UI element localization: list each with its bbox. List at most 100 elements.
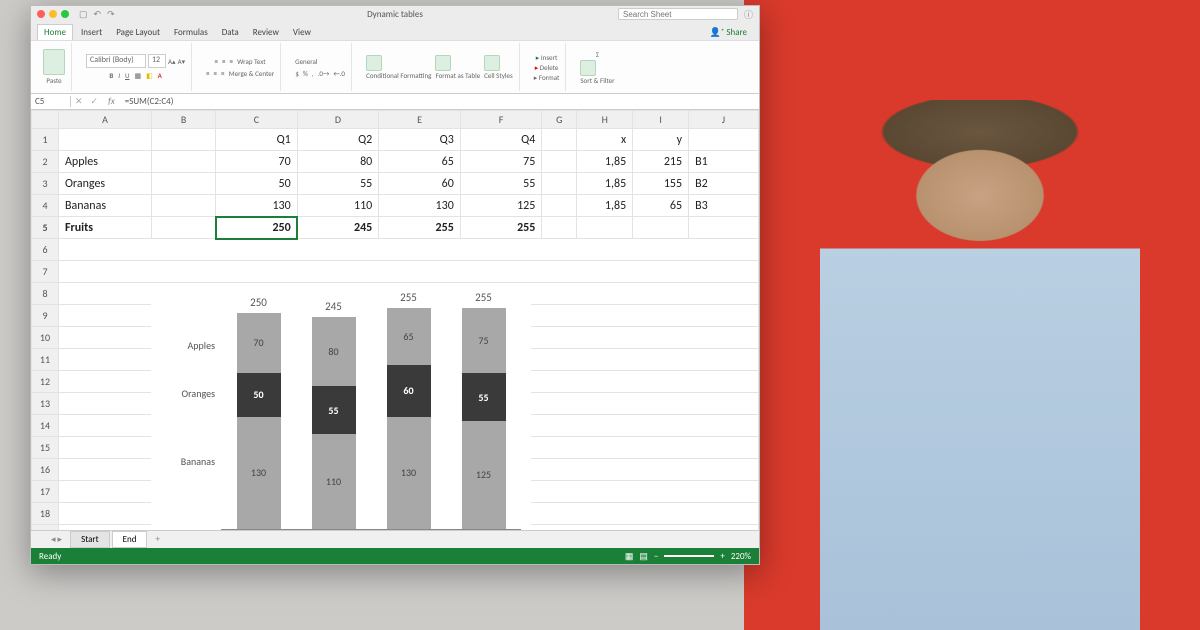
col-H[interactable]: H xyxy=(577,111,633,129)
undo-icon[interactable]: ↶ xyxy=(94,9,102,20)
decimal-dec-icon[interactable]: ←.0 xyxy=(333,69,345,78)
increase-font-icon[interactable]: A▴ xyxy=(168,57,176,66)
comma-icon[interactable]: , xyxy=(312,69,314,78)
sort-filter-icon[interactable] xyxy=(580,60,596,76)
sheet-nav-icon[interactable]: ◂ ▸ xyxy=(51,534,62,545)
selected-cell[interactable]: 250 xyxy=(216,217,298,239)
align-center-icon[interactable]: ≡ xyxy=(214,69,218,78)
align-mid-icon[interactable]: ≡ xyxy=(222,57,226,66)
col-I[interactable]: I xyxy=(633,111,689,129)
delete-cells-button[interactable]: ▸ Delete xyxy=(535,63,559,72)
maximize-icon[interactable] xyxy=(61,10,69,18)
chart-bar-Q2: 2507050130Q2 xyxy=(234,296,284,529)
status-ready: Ready xyxy=(39,551,61,562)
fx-icon[interactable]: fx xyxy=(102,96,121,107)
search-input[interactable] xyxy=(618,8,738,20)
bar-segment: 55 xyxy=(462,373,506,421)
quick-access-toolbar[interactable]: ▢ ↶ ↷ xyxy=(79,9,115,20)
format-cells-button[interactable]: ▸ Format xyxy=(534,73,560,82)
enter-icon[interactable]: ✓ xyxy=(87,96,103,107)
col-B[interactable]: B xyxy=(152,111,216,129)
merge-button[interactable]: Merge & Center xyxy=(229,69,275,78)
cancel-icon[interactable]: ✕ xyxy=(71,96,87,107)
bar-segment: 70 xyxy=(237,313,281,374)
add-sheet-button[interactable]: + xyxy=(149,532,165,547)
save-icon[interactable]: ▢ xyxy=(79,9,88,20)
currency-icon[interactable]: $ xyxy=(295,69,299,78)
close-icon[interactable] xyxy=(37,10,45,18)
column-headers[interactable]: A B C D E F G H I J xyxy=(32,111,759,129)
bar-segment: 80 xyxy=(312,317,356,386)
col-J[interactable]: J xyxy=(689,111,759,129)
chart-bar-Q3: 2556560130Q3 xyxy=(384,291,434,529)
tab-formulas[interactable]: Formulas xyxy=(168,25,214,40)
align-top-icon[interactable]: ≡ xyxy=(215,57,219,66)
row-1: 1 Q1Q2 Q3Q4 xy xyxy=(32,129,759,151)
tab-insert[interactable]: Insert xyxy=(75,25,108,40)
decrease-font-icon[interactable]: A▾ xyxy=(178,57,186,66)
tab-home[interactable]: Home xyxy=(37,24,73,40)
percent-icon[interactable]: % xyxy=(303,69,308,78)
number-format-select[interactable]: General xyxy=(295,57,345,66)
worksheet-grid[interactable]: A B C D E F G H I J 1 Q1Q2 Q3Q4 xy 2 App… xyxy=(31,110,759,530)
col-C[interactable]: C xyxy=(216,111,298,129)
font-size-select[interactable]: 12 xyxy=(148,54,166,68)
zoom-in-icon[interactable]: + xyxy=(720,551,724,562)
bar-total-label: 250 xyxy=(250,296,267,309)
font-group: Calibri (Body) 12 A▴ A▾ B I U ▦ ◧ A xyxy=(80,43,192,91)
align-bot-icon[interactable]: ≡ xyxy=(230,57,234,66)
col-A[interactable]: A xyxy=(58,111,151,129)
window-controls[interactable] xyxy=(37,10,69,18)
zoom-slider[interactable] xyxy=(664,555,714,557)
paste-icon[interactable] xyxy=(43,49,65,75)
col-G[interactable]: G xyxy=(542,111,577,129)
ribbon-tabs: Home Insert Page Layout Formulas Data Re… xyxy=(31,22,759,40)
embedded-chart[interactable]: Apples Oranges Bananas 2507050130Q224580… xyxy=(151,295,531,530)
zoom-controls[interactable]: ▦ ▤ − + 220% xyxy=(625,551,751,562)
tab-view[interactable]: View xyxy=(287,25,317,40)
view-layout-icon[interactable]: ▤ xyxy=(639,551,648,562)
minimize-icon[interactable] xyxy=(49,10,57,18)
sheet-tab-end[interactable]: End xyxy=(112,531,148,548)
tab-data[interactable]: Data xyxy=(216,25,245,40)
formula-input[interactable]: =SUM(C2:C4) xyxy=(121,96,178,107)
col-D[interactable]: D xyxy=(297,111,379,129)
cells-group: ▸ Insert ▸ Delete ▸ Format xyxy=(528,43,567,91)
col-E[interactable]: E xyxy=(379,111,461,129)
underline-icon[interactable]: U xyxy=(125,71,130,80)
align-right-icon[interactable]: ≡ xyxy=(221,69,225,78)
insert-cells-button[interactable]: ▸ Insert xyxy=(536,53,558,62)
chart-series-labels: Apples Oranges Bananas xyxy=(161,305,219,530)
conditional-formatting-icon[interactable] xyxy=(366,55,382,71)
view-normal-icon[interactable]: ▦ xyxy=(625,551,634,562)
share-button[interactable]: 👤⁺ Share xyxy=(704,25,753,40)
row-2: 2 Apples 7080 6575 1,85215 B1 xyxy=(32,151,759,173)
font-name-select[interactable]: Calibri (Body) xyxy=(86,54,146,68)
bar-segment: 130 xyxy=(237,417,281,530)
format-as-table-icon[interactable] xyxy=(435,55,451,71)
border-icon[interactable]: ▦ xyxy=(135,71,142,80)
col-F[interactable]: F xyxy=(460,111,542,129)
bold-icon[interactable]: B xyxy=(109,71,113,80)
tab-review[interactable]: Review xyxy=(247,25,285,40)
font-color-icon[interactable]: A xyxy=(158,71,162,80)
fill-icon[interactable]: ◧ xyxy=(146,71,153,80)
tab-page-layout[interactable]: Page Layout xyxy=(110,25,166,40)
series-label-apples: Apples xyxy=(188,339,215,352)
bar-total-label: 255 xyxy=(400,291,417,304)
bar-total-label: 255 xyxy=(475,291,492,304)
editing-group: Σ Sort & Filter xyxy=(574,43,620,91)
cell-styles-icon[interactable] xyxy=(484,55,500,71)
redo-icon[interactable]: ↷ xyxy=(107,9,115,20)
sheet-tab-start[interactable]: Start xyxy=(70,531,110,548)
bar-segment: 65 xyxy=(387,308,431,364)
italic-icon[interactable]: I xyxy=(118,71,120,80)
help-icon[interactable]: ⓘ xyxy=(744,8,753,21)
name-box[interactable]: C5 xyxy=(31,96,71,107)
wrap-text-button[interactable]: Wrap Text xyxy=(237,57,266,66)
decimal-inc-icon[interactable]: .0→ xyxy=(318,69,330,78)
align-left-icon[interactable]: ≡ xyxy=(206,69,210,78)
autosum-icon[interactable]: Σ xyxy=(596,50,599,59)
zoom-out-icon[interactable]: − xyxy=(654,551,658,562)
bar-segment: 125 xyxy=(462,421,506,529)
